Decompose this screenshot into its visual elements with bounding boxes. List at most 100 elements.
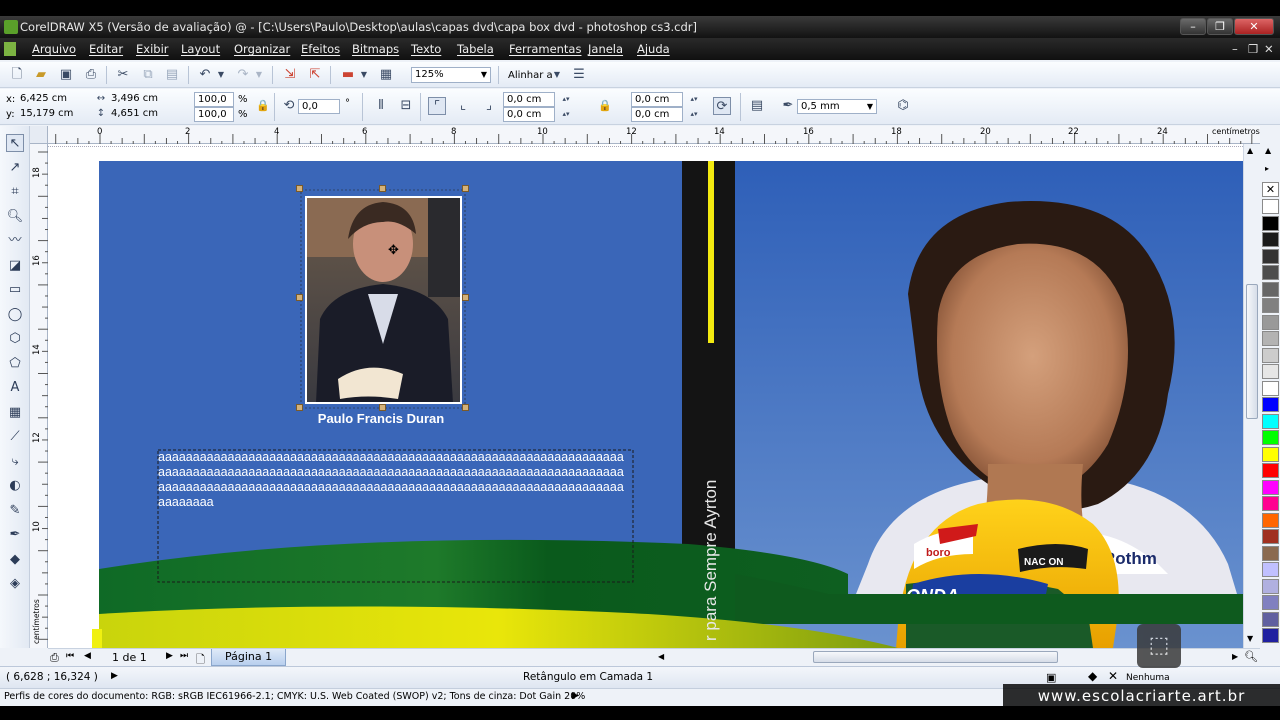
- color-swatch[interactable]: [1262, 512, 1279, 528]
- hscroll-right-icon[interactable]: ▶: [1232, 652, 1238, 661]
- doc-restore-icon[interactable]: ❐: [1248, 38, 1258, 60]
- undo-dropdown-icon[interactable]: ▼: [216, 66, 226, 84]
- connector-tool-icon[interactable]: ⤷: [6, 453, 24, 471]
- profile-expand-icon[interactable]: ▶: [572, 691, 579, 701]
- y-position-field[interactable]: 15,179 cm: [17, 107, 87, 122]
- resize-handle-mr[interactable]: [462, 294, 469, 301]
- color-swatch[interactable]: [1262, 248, 1279, 264]
- page-options-icon[interactable]: ⎙: [50, 651, 59, 665]
- minimize-button[interactable]: –: [1180, 18, 1206, 35]
- next-page-icon[interactable]: ▶: [166, 651, 173, 661]
- color-swatch[interactable]: [1262, 529, 1279, 544]
- smart-fill-icon[interactable]: ◪: [6, 257, 24, 275]
- lock-ratio-icon[interactable]: 🔒: [254, 97, 272, 115]
- application-launcher-icon[interactable]: ▬: [339, 66, 357, 84]
- zoom-tool-icon[interactable]: 🔍︎: [6, 208, 24, 226]
- menu-texto[interactable]: Texto: [411, 38, 441, 60]
- scale-y-field[interactable]: 100,0: [194, 107, 234, 122]
- tab-pagina-1[interactable]: Página 1: [211, 649, 286, 666]
- undo-icon[interactable]: ↶: [196, 66, 214, 84]
- color-swatch[interactable]: [1262, 232, 1279, 247]
- color-swatch[interactable]: [1262, 364, 1279, 379]
- color-swatch[interactable]: [1262, 479, 1279, 495]
- horizontal-ruler[interactable]: 0 2 4 6 8 10 12 14 16 18 20 22 24 centím…: [30, 126, 1260, 144]
- polygon-tool-icon[interactable]: ⬡: [6, 330, 24, 348]
- close-button[interactable]: ✕: [1234, 18, 1274, 35]
- new-document-icon[interactable]: 🗋: [8, 66, 26, 84]
- resize-handle-tc[interactable]: [379, 185, 386, 192]
- rotation-field[interactable]: 0,0: [298, 99, 340, 114]
- basic-shapes-icon[interactable]: ⬠: [6, 355, 24, 373]
- palette-scroll-up-icon[interactable]: ▲: [1265, 146, 1271, 155]
- align-dropdown-icon[interactable]: ▼: [552, 66, 562, 84]
- color-swatch[interactable]: [1262, 562, 1279, 577]
- menu-editar[interactable]: Editar: [89, 38, 123, 60]
- drawing-canvas[interactable]: Rothm ONDA NAC ON boro r para Sempre Ayr…: [48, 144, 1243, 648]
- import-icon[interactable]: ⇲: [281, 66, 299, 84]
- corner-radius-tl-field[interactable]: 0,0 cm: [503, 92, 555, 107]
- menu-organizar[interactable]: Organizar: [234, 38, 290, 60]
- scroll-up-icon[interactable]: ▲: [1247, 146, 1253, 155]
- vertical-scrollbar[interactable]: ▲ ▼: [1243, 144, 1260, 648]
- menu-tabela[interactable]: Tabela: [457, 38, 494, 60]
- color-swatch[interactable]: [1262, 347, 1279, 363]
- maximize-button[interactable]: ❐: [1207, 18, 1233, 35]
- resize-handle-bl[interactable]: [296, 404, 303, 411]
- wrap-text-icon[interactable]: ▤: [748, 97, 766, 115]
- zoom-level-select[interactable]: 125% ▼: [411, 67, 491, 83]
- outline-width-select[interactable]: 0,5 mm ▼: [797, 99, 877, 114]
- x-position-field[interactable]: 6,425 cm: [17, 92, 87, 107]
- freehand-tool-icon[interactable]: 〰: [6, 232, 24, 250]
- color-swatch[interactable]: [1262, 545, 1279, 561]
- width-field[interactable]: 3,496 cm: [108, 92, 178, 107]
- table-tool-icon[interactable]: ▦: [6, 404, 24, 422]
- outline-tool-icon[interactable]: ✒: [6, 526, 24, 544]
- snap-options-icon[interactable]: ☰: [570, 66, 588, 84]
- color-swatch[interactable]: [1262, 595, 1279, 610]
- color-swatch[interactable]: [1262, 265, 1279, 280]
- convert-to-curves-icon[interactable]: ⌬: [894, 97, 912, 115]
- corner-radius-br-field[interactable]: 0,0 cm: [631, 107, 683, 122]
- launcher-dropdown-icon[interactable]: ▼: [359, 66, 369, 84]
- doc-minimize-icon[interactable]: –: [1232, 38, 1238, 60]
- menu-ajuda[interactable]: Ajuda: [637, 38, 670, 60]
- status-expand-icon[interactable]: ▶: [111, 671, 118, 681]
- doc-close-icon[interactable]: ✕: [1264, 38, 1274, 60]
- corner-radius-tr-field[interactable]: 0,0 cm: [631, 92, 683, 107]
- resize-handle-br[interactable]: [462, 404, 469, 411]
- last-page-icon[interactable]: ⏭: [180, 651, 188, 661]
- dimension-tool-icon[interactable]: ⟋: [6, 428, 24, 446]
- resize-handle-ml[interactable]: [296, 294, 303, 301]
- print-icon[interactable]: ⎙: [82, 66, 100, 84]
- fill-bucket-icon[interactable]: ◆: [1088, 669, 1097, 683]
- color-swatch[interactable]: [1262, 430, 1279, 445]
- mirror-vertical-icon[interactable]: ⊟: [397, 97, 415, 115]
- interactive-fill-icon[interactable]: ◈: [6, 575, 24, 593]
- no-color-swatch[interactable]: ✕: [1262, 182, 1279, 197]
- cut-icon[interactable]: ✂: [114, 66, 132, 84]
- scalloped-corner-icon[interactable]: ⌞: [454, 97, 472, 115]
- align-to-label[interactable]: Alinhar a: [508, 69, 553, 82]
- color-swatch[interactable]: [1262, 215, 1279, 231]
- horizontal-scrollbar-thumb[interactable]: [813, 651, 1058, 663]
- color-swatch[interactable]: [1262, 281, 1279, 297]
- color-swatch[interactable]: [1262, 578, 1279, 594]
- color-swatch[interactable]: [1262, 199, 1279, 214]
- mirror-horizontal-icon[interactable]: ⫴: [372, 97, 390, 115]
- menu-ferramentas[interactable]: Ferramentas: [509, 38, 581, 60]
- menu-janela[interactable]: Janela: [588, 38, 623, 60]
- shape-tool-icon[interactable]: ↗: [6, 159, 24, 177]
- export-icon[interactable]: ⇱: [306, 66, 324, 84]
- eyedropper-tool-icon[interactable]: ✎: [6, 502, 24, 520]
- color-profile-info[interactable]: Perfis de cores do documento: RGB: sRGB …: [4, 691, 585, 702]
- fill-color-icon[interactable]: ▣: [1046, 671, 1056, 684]
- lock-corners-icon[interactable]: 🔒: [596, 97, 614, 115]
- menu-bitmaps[interactable]: Bitmaps: [352, 38, 399, 60]
- rectangle-tool-icon[interactable]: ▭: [6, 281, 24, 299]
- scrollbar-thumb[interactable]: [1246, 284, 1258, 419]
- color-swatch[interactable]: [1262, 463, 1279, 478]
- corner-radius-bl-field[interactable]: 0,0 cm: [503, 107, 555, 122]
- menu-layout[interactable]: Layout: [181, 38, 220, 60]
- vertical-ruler[interactable]: 18 16 14 12 10 centímetros: [30, 144, 48, 648]
- scale-x-field[interactable]: 100,0: [194, 92, 234, 107]
